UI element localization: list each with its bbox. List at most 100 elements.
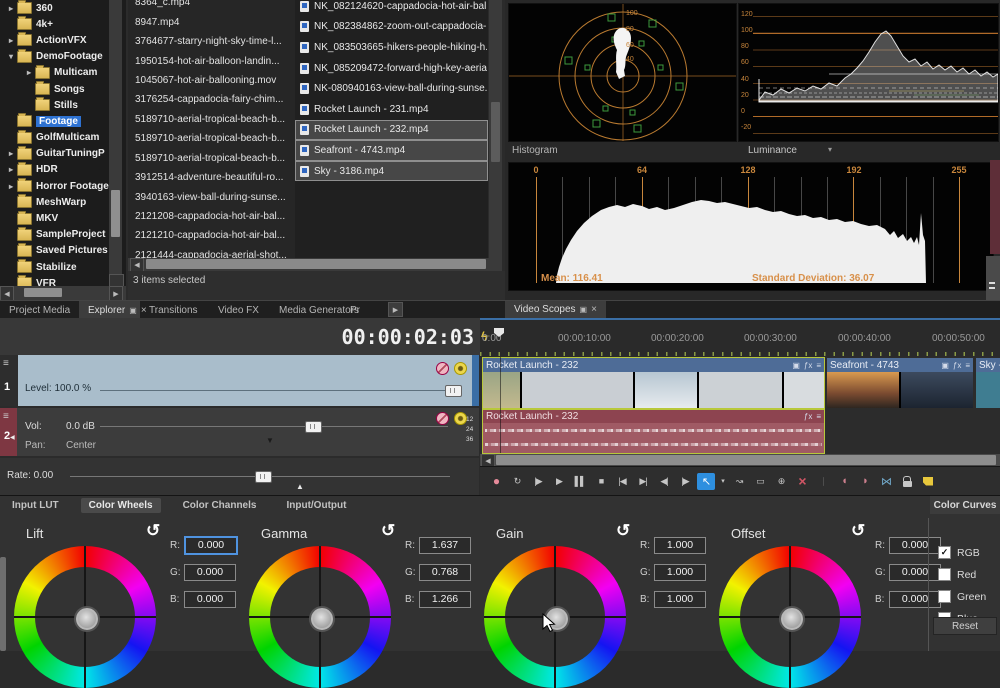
color-wheel-puck[interactable] bbox=[311, 608, 333, 630]
track-mute-icon[interactable] bbox=[436, 362, 449, 375]
filelist-vertical-scrollbar[interactable] bbox=[489, 0, 502, 258]
file-item[interactable]: 1045067-hot-air-ballooning.mov bbox=[128, 71, 295, 90]
loop-playback-button[interactable]: ↻ bbox=[508, 473, 526, 490]
file-item[interactable]: 8947.mp4 bbox=[128, 12, 295, 31]
track-solo-icon[interactable] bbox=[454, 362, 467, 375]
color-panel-tab[interactable]: Color Wheels bbox=[81, 498, 161, 513]
color-wheel[interactable] bbox=[249, 546, 391, 688]
fade-in-button[interactable]: ◖ bbox=[835, 473, 853, 490]
collapse-arrow-icon[interactable]: ◀ bbox=[10, 434, 15, 441]
dock-tab[interactable]: Project Media ▣ × bbox=[0, 301, 79, 319]
folder-item[interactable]: ▸ GuitarTuningP bbox=[0, 146, 126, 162]
file-item[interactable]: NK_082124620-cappadocia-hot-air-bal... bbox=[295, 0, 488, 17]
tab-video-scopes[interactable]: Video Scopes ▣ × bbox=[505, 301, 606, 318]
color-wheel[interactable] bbox=[14, 546, 156, 688]
folder-item[interactable]: Stills bbox=[0, 97, 126, 113]
filelist-scroll-thumb[interactable] bbox=[491, 102, 500, 162]
red-value-field[interactable]: 0.000 bbox=[184, 536, 238, 555]
expand-arrow-icon[interactable]: ▸ bbox=[23, 68, 35, 77]
timeline-scrollbar[interactable]: ◀ bbox=[480, 454, 1000, 466]
folder-item[interactable]: MKV bbox=[0, 210, 126, 226]
red-value-field[interactable]: 1.000 bbox=[654, 537, 706, 554]
folder-item[interactable]: MeshWarp bbox=[0, 194, 126, 210]
dock-tab[interactable]: Pr ▣ × bbox=[341, 301, 385, 319]
clip-header[interactable]: Seafront - 4743 ▣ ƒx ≡ bbox=[827, 358, 973, 372]
folder-item[interactable]: ▸ 360 bbox=[0, 0, 126, 16]
file-item[interactable]: NK-080940163-view-ball-during-sunse... bbox=[295, 78, 488, 99]
folder-item[interactable]: Saved Pictures bbox=[0, 243, 126, 259]
rate-center-marker[interactable]: ▲ bbox=[296, 482, 304, 491]
timecode-display[interactable]: 00:00:02:03 bbox=[0, 318, 480, 355]
green-value-field[interactable]: 0.000 bbox=[889, 564, 941, 581]
record-button[interactable]: ● bbox=[487, 473, 505, 490]
dock-tab[interactable]: Explorer ▣ × bbox=[79, 301, 140, 319]
audio-track-header[interactable]: Vol: 0.0 dB Pan: Center ▼ 122436 bbox=[0, 408, 479, 456]
file-item[interactable]: 3176254-cappadocia-fairy-chim... bbox=[128, 90, 295, 109]
folder-item[interactable]: ▸ ActionVFX bbox=[0, 32, 126, 48]
expand-arrow-icon[interactable]: ▸ bbox=[5, 165, 17, 174]
clip-menu-icon[interactable]: ≡ bbox=[816, 361, 821, 370]
wheel-reset-button[interactable]: ↺ bbox=[851, 521, 865, 541]
clip-header[interactable]: Sky - 3186 bbox=[976, 358, 1000, 372]
tool-dropdown[interactable]: ▾ bbox=[718, 473, 727, 490]
file-item[interactable]: Rocket Launch - 232.mp4 bbox=[295, 120, 488, 141]
fx-icon[interactable]: ƒx bbox=[953, 361, 961, 370]
filelist-horizontal-scrollbar[interactable]: ◀ bbox=[128, 258, 502, 271]
blue-value-field[interactable]: 1.266 bbox=[419, 591, 471, 608]
file-item[interactable]: 8364_c.mp4 bbox=[128, 0, 295, 12]
file-item[interactable]: NK_085209472-forward-high-key-aeria... bbox=[295, 58, 488, 79]
fade-out-button[interactable]: ◗ bbox=[856, 473, 874, 490]
file-item[interactable]: 3940163-view-ball-during-sunse... bbox=[128, 187, 295, 206]
red-value-field[interactable]: 1.637 bbox=[419, 537, 471, 554]
filelist-hscroll-thumb[interactable] bbox=[146, 259, 486, 269]
video-clip-sky[interactable]: Sky - 3186 bbox=[976, 358, 1000, 408]
wheel-reset-button[interactable]: ↺ bbox=[616, 521, 630, 541]
green-value-field[interactable]: 0.768 bbox=[419, 564, 471, 581]
vol-slider[interactable] bbox=[100, 426, 448, 427]
expand-arrow-icon[interactable]: ▸ bbox=[5, 4, 17, 13]
channel-checkbox[interactable]: Green bbox=[938, 590, 986, 603]
expand-arrow-icon[interactable]: ▸ bbox=[5, 149, 17, 158]
red-value-field[interactable]: 0.000 bbox=[889, 537, 941, 554]
folder-item[interactable]: GolfMulticam bbox=[0, 130, 126, 146]
curves-reset-button[interactable]: Reset bbox=[933, 617, 997, 635]
channel-checkbox[interactable]: Red bbox=[938, 568, 976, 581]
file-item[interactable]: 3912514-adventure-beautiful-ro... bbox=[128, 168, 295, 187]
dock-tab[interactable]: Transitions ▣ × bbox=[140, 301, 209, 319]
green-value-field[interactable]: 0.000 bbox=[184, 564, 236, 581]
color-wheel-puck[interactable] bbox=[76, 608, 98, 630]
checkbox-icon[interactable] bbox=[938, 590, 951, 603]
dock-tab[interactable]: Video FX ▣ × bbox=[209, 301, 270, 319]
file-item[interactable]: Seafront - 4743.mp4 bbox=[295, 140, 488, 161]
folder-item[interactable]: Songs bbox=[0, 81, 126, 97]
timeline-ruler[interactable]: ϟ 0:0000:00:10:0000:00:20:0000:00:30:000… bbox=[480, 325, 1000, 358]
clip-header[interactable]: Rocket Launch - 232 ƒx ≡ bbox=[483, 410, 824, 423]
marker-button[interactable] bbox=[919, 473, 937, 490]
folder-item[interactable]: ▸ Horror Footage bbox=[0, 178, 126, 194]
expand-arrow-icon[interactable]: ▾ bbox=[5, 52, 17, 61]
wheel-reset-button[interactable]: ↺ bbox=[381, 521, 395, 541]
file-item[interactable]: 2121444-cappadocia-aerial-shot... bbox=[128, 246, 295, 258]
tree-vertical-scrollbar[interactable] bbox=[109, 0, 122, 274]
scroll-right-icon[interactable]: ▶ bbox=[109, 286, 123, 301]
file-item[interactable]: 5189710-aerial-tropical-beach-b... bbox=[128, 110, 295, 129]
file-item[interactable]: NK_083503665-hikers-people-hiking-h... bbox=[295, 37, 488, 58]
folder-item[interactable]: ▸ HDR bbox=[0, 162, 126, 178]
timeline-scroll-thumb[interactable] bbox=[496, 455, 996, 465]
file-item[interactable]: 3764677-starry-night-sky-time-l... bbox=[128, 32, 295, 51]
luminance-dropdown[interactable]: Luminance bbox=[748, 145, 797, 156]
lock-button[interactable] bbox=[898, 473, 916, 490]
envelope-tool-button[interactable]: ↝ bbox=[730, 473, 748, 490]
panel-scroll-strip[interactable] bbox=[0, 557, 6, 651]
tree-scroll-thumb[interactable] bbox=[111, 190, 120, 237]
pan-crop-icon[interactable]: ▣ bbox=[792, 361, 800, 370]
wheel-reset-button[interactable]: ↺ bbox=[146, 521, 160, 541]
blue-value-field[interactable]: 0.000 bbox=[184, 591, 236, 608]
tab-scroll-right-icon[interactable]: ▶ bbox=[388, 302, 403, 317]
file-item[interactable]: Sky - 3186.mp4 bbox=[295, 161, 488, 182]
file-item[interactable]: NK_082384862-zoom-out-cappadocia-... bbox=[295, 17, 488, 38]
next-frame-button[interactable]: |▶ bbox=[676, 473, 694, 490]
delete-button[interactable]: × bbox=[793, 473, 811, 490]
channel-checkbox[interactable]: ✓ RGB bbox=[938, 546, 980, 559]
track-mute-icon[interactable] bbox=[436, 412, 449, 425]
